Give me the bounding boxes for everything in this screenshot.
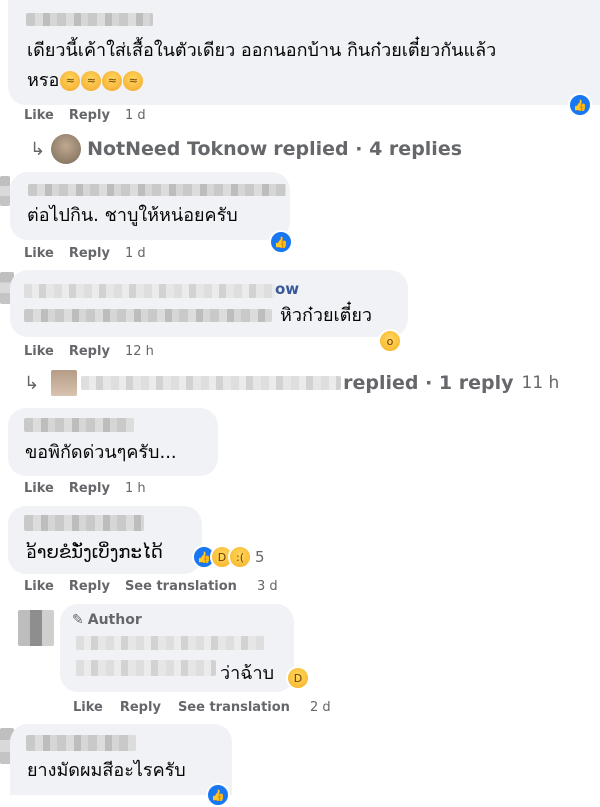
comment-actions: Like Reply 12 h [24, 344, 154, 359]
reply-button[interactable]: Reply [69, 344, 110, 359]
sad-reaction-icon: :( [228, 545, 252, 569]
yawning-face-icon: ≈ [60, 71, 81, 91]
reply-button[interactable]: Reply [69, 481, 110, 496]
timestamp[interactable]: 3 d [257, 579, 278, 594]
like-button[interactable]: Like [24, 481, 54, 496]
reply-button[interactable]: Reply [69, 246, 110, 261]
view-replies-link[interactable]: ↳ NotNeed Toknow replied · 4 replies [30, 134, 462, 164]
author-label: Author [87, 612, 142, 628]
reaction-summary[interactable]: 👍 [206, 783, 230, 807]
reply-button[interactable]: Reply [69, 579, 110, 594]
see-translation-link[interactable]: See translation [125, 579, 237, 594]
like-reaction-icon: 👍 [269, 230, 293, 254]
comment-actions: Like Reply See translation 3 d [24, 579, 278, 594]
blurred-commenter-name [28, 184, 286, 196]
comment-text: ต่อไปกิน. ชาบูให้หน่อยครับ [27, 205, 238, 226]
blurred-commenter-name [24, 284, 275, 298]
like-button[interactable]: Like [24, 344, 54, 359]
reaction-summary[interactable]: D [286, 666, 310, 690]
like-button[interactable]: Like [73, 700, 103, 715]
comment-text: ว่าฉ้าบ [220, 663, 275, 684]
comment-actions: Like Reply 1 h [24, 481, 146, 496]
blurred-avatar [18, 610, 54, 646]
timestamp[interactable]: 1 h [125, 481, 146, 496]
reply-arrow-icon: ↳ [30, 138, 46, 160]
yawning-face-icon: ≈ [102, 71, 123, 91]
yawning-face-icon: ≈ [81, 71, 102, 91]
like-button[interactable]: Like [24, 108, 54, 123]
like-reaction-icon: 👍 [206, 783, 230, 807]
timestamp[interactable]: 12 h [125, 344, 154, 359]
like-button[interactable]: Like [24, 579, 54, 594]
replier-avatar [51, 134, 82, 164]
comment-actions: Like Reply 1 d [24, 246, 146, 261]
reply-button[interactable]: Reply [120, 700, 161, 715]
reply-arrow-icon: ↳ [24, 372, 40, 394]
blurred-replier-avatar [51, 370, 78, 396]
blurred-commenter-name [26, 13, 153, 26]
view-replies-link[interactable]: ↳ replied · 1 reply 11 h [24, 370, 559, 396]
timestamp[interactable]: 1 d [125, 108, 146, 123]
reaction-summary[interactable]: o [378, 329, 402, 353]
replier-name: NotNeed Toknow [87, 138, 268, 160]
reaction-summary[interactable]: 👍 D :( 5 [192, 545, 265, 569]
timestamp[interactable]: 1 d [125, 246, 146, 261]
wow-reaction-icon: o [378, 329, 402, 353]
reaction-summary[interactable]: 👍 [269, 230, 293, 254]
comment-actions: Like Reply See translation 2 d [73, 700, 331, 715]
blurred-text-segment [24, 309, 272, 322]
yawning-face-icon: ≈ [123, 71, 144, 91]
reply-button[interactable]: Reply [69, 108, 110, 123]
blurred-commenter-name [24, 515, 144, 531]
pencil-icon: ✎ [72, 612, 84, 628]
like-button[interactable]: Like [24, 246, 54, 261]
comment-text: หิวก๋วยเตี๋ยว [280, 305, 373, 326]
haha-reaction-icon: D [286, 666, 310, 690]
blurred-commenter-name [24, 418, 134, 432]
comment-actions: Like Reply 1 d [24, 108, 146, 123]
author-badge: ✎ Author [72, 612, 142, 628]
reply-count: replied · 1 reply [343, 372, 514, 394]
comment-text: ยางมัดผมสีอะไรครับ [27, 760, 186, 781]
comment-text-line2: หรอ ≈ ≈ ≈ ≈ [27, 66, 144, 96]
comment-text: เดียวนี้เค้าใส่เสื้อในตัวเดียว ออกนอกบ้า… [27, 40, 497, 61]
comment-text: ขอพิกัดด่วนๆครับ... [25, 442, 177, 463]
comment-text: อ້າຍຂໍນັ່ງເບິ່ງກະໄດ້ [26, 542, 163, 563]
like-reaction-icon: 👍 [568, 93, 592, 117]
see-translation-link[interactable]: See translation [178, 700, 290, 715]
blurred-avatar [0, 176, 10, 206]
blurred-replier-name [81, 376, 342, 390]
reply-time: 11 h [521, 373, 560, 393]
reaction-summary[interactable]: 👍 [568, 93, 592, 117]
blurred-commenter-name [26, 735, 136, 751]
reply-count: replied · 4 replies [273, 138, 463, 160]
timestamp[interactable]: 2 d [310, 700, 331, 715]
commenter-name-suffix[interactable]: ow [275, 280, 299, 298]
blurred-commenter-name [76, 636, 264, 650]
blurred-text-segment [76, 660, 216, 676]
reaction-count: 5 [255, 548, 265, 566]
